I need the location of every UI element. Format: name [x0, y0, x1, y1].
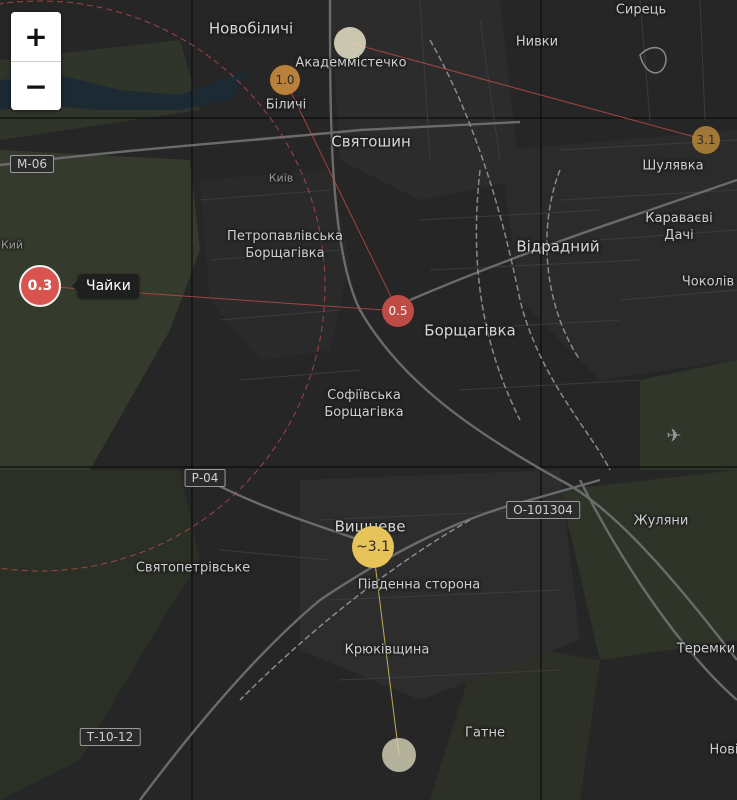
zoom-control: + −: [11, 12, 61, 110]
station-marker-selected[interactable]: 0.3: [19, 265, 61, 307]
marker-tooltip: Чайки: [78, 274, 139, 298]
road-shield-o101304: О-101304: [506, 501, 580, 519]
station-marker[interactable]: [382, 738, 416, 772]
station-marker[interactable]: 1.0: [270, 65, 300, 95]
station-marker[interactable]: ~3.1: [352, 526, 394, 568]
station-marker[interactable]: [334, 27, 366, 59]
airport-icon: ✈: [666, 425, 682, 447]
road-shield-r04: Р-04: [184, 469, 226, 487]
station-marker[interactable]: 0.5: [382, 295, 414, 327]
road-shield-m06: М-06: [10, 155, 54, 173]
zoom-in-button[interactable]: +: [11, 12, 61, 61]
map-tiles: [0, 0, 737, 800]
station-marker[interactable]: 3.1: [692, 126, 720, 154]
zoom-out-button[interactable]: −: [11, 61, 61, 110]
map-view[interactable]: Новобіличі Академмістечко Біличі Сирець …: [0, 0, 737, 800]
road-shield-t1012: Т-10-12: [79, 728, 141, 746]
